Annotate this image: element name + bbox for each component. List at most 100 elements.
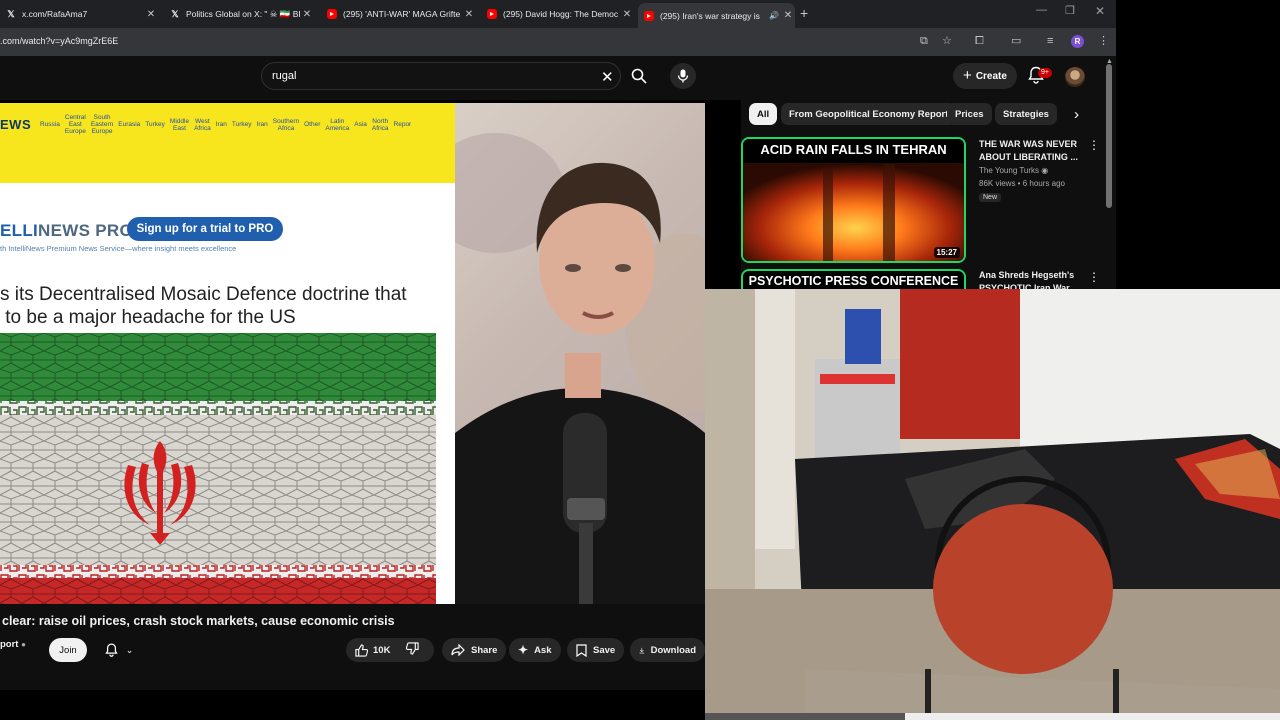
pro-trial-button: Sign up for a trial to PRO [127, 217, 283, 241]
menu-kebab-icon[interactable]: ⋮ [1098, 34, 1109, 48]
like-button[interactable]: 10K [355, 643, 391, 657]
close-tab-icon[interactable]: ✕ [300, 9, 314, 20]
download-button[interactable]: Download [630, 638, 705, 662]
speaker-icon[interactable]: 🔊 [769, 11, 781, 20]
ask-label: Ask [534, 644, 552, 656]
tab-title: (295) Iran's war strategy is [660, 10, 760, 21]
channel-name[interactable]: port ● [0, 639, 26, 650]
youtube-icon [487, 9, 497, 19]
plus-icon: + [963, 67, 972, 84]
presenter-video-frame [455, 103, 705, 604]
save-button[interactable]: Save [567, 638, 625, 662]
page-scrollbar[interactable] [1106, 64, 1112, 208]
news-site-logo: EWS [0, 117, 32, 132]
recommendation-channel[interactable]: The Young Turks ◉ [979, 164, 1048, 177]
share-icon [451, 644, 465, 656]
channel-text: The Young Turks [979, 166, 1040, 175]
more-options-icon[interactable]: ⋮ [1088, 270, 1100, 284]
chevron-down-icon: ⌄ [125, 644, 134, 655]
create-label: Create [975, 70, 1007, 82]
create-button[interactable]: + Create [953, 63, 1017, 89]
profile-avatar[interactable]: R [1071, 35, 1084, 48]
close-tab-icon[interactable]: ✕ [462, 9, 476, 20]
maximize-icon[interactable]: ❐ [1065, 4, 1075, 17]
region-link: Southern Africa [272, 117, 300, 132]
headline-line: s its Decentralised Mosaic Defence doctr… [0, 284, 407, 305]
ask-button[interactable]: ✦ Ask [509, 638, 561, 662]
recommendation-title[interactable]: THE WAR WAS NEVER ABOUT LIBERATING ... [979, 138, 1091, 163]
region-link: Other [304, 121, 321, 128]
close-tab-icon[interactable]: ✕ [620, 9, 634, 20]
split-view-icon[interactable]: ▭ [1011, 34, 1021, 48]
youtube-masthead: ✕ + Create 9+ [0, 56, 1116, 100]
youtube-icon [644, 10, 654, 21]
install-app-icon[interactable]: ⧉ [920, 34, 928, 48]
bell-icon [105, 643, 118, 657]
video-thumbnail[interactable]: ACID RAIN FALLS IN TEHRAN 15:27 [741, 137, 966, 263]
webcam-overlay-image [705, 289, 1280, 720]
thumbnail-caption: PSYCHOTIC PRESS CONFERENCE [748, 274, 959, 288]
scroll-up-arrow-icon[interactable]: ▲ [1106, 58, 1113, 65]
tab-title: (295) 'ANTI-WAR' MAGA Grifte [343, 9, 461, 19]
join-button[interactable]: Join [49, 638, 87, 662]
address-bar: .com/watch?v=yAc9mgZrE6E ⧉ ☆ ⧠ ▭ ≡ R ⋮ [0, 28, 1116, 56]
close-tab-icon[interactable]: ✕ [144, 9, 158, 20]
search-input[interactable] [272, 70, 572, 82]
region-link: Central East Europe [64, 114, 86, 135]
browser-tab[interactable]: (295) 'ANTI-WAR' MAGA Grifte ✕ [321, 3, 476, 25]
region-link: North Africa [371, 117, 389, 132]
search-icon [631, 68, 647, 84]
more-options-icon[interactable]: ⋮ [1088, 138, 1100, 152]
verified-icon: ◉ [1041, 166, 1049, 175]
bookmark-star-icon[interactable]: ☆ [942, 34, 952, 48]
clear-search-icon[interactable]: ✕ [601, 68, 614, 86]
browser-tab-strip: 𝕏 x.com/RafaAma7 ✕ 𝕏 Politics Global on … [0, 0, 1116, 28]
like-count: 10K [373, 644, 391, 656]
chip-all[interactable]: All [749, 103, 778, 125]
dislike-button[interactable] [406, 642, 420, 658]
region-link: Iran [256, 121, 268, 128]
subscription-bell-button[interactable]: ⌄ [96, 638, 142, 662]
region-link: Eurasia [118, 121, 141, 128]
region-link: Latin America [325, 117, 350, 132]
bookmark-icon [576, 643, 587, 657]
x-logo-icon: 𝕏 [7, 8, 15, 19]
chevron-right-icon[interactable]: › [1074, 106, 1079, 123]
tab-title: (295) David Hogg: The Democ [503, 9, 619, 19]
region-link: Iran [215, 121, 227, 128]
headline-line: to be a major headache for the US [0, 307, 296, 328]
browser-tab-active[interactable]: (295) Iran's war strategy is 🔊 ✕ [638, 3, 795, 28]
verified-icon: ● [21, 640, 26, 649]
chip-channel[interactable]: From Geopolitical Economy Report [781, 103, 957, 125]
url-field[interactable]: .com/watch?v=yAc9mgZrE6E [0, 36, 118, 46]
region-link: Asia [354, 121, 367, 128]
microphone-icon [677, 69, 689, 83]
notification-count-badge: 9+ [1038, 68, 1052, 78]
browser-tab[interactable]: 𝕏 Politics Global on X: " ☠ 🇮🇷 BRE ✕ [164, 3, 314, 25]
close-tab-icon[interactable]: ✕ [781, 10, 795, 21]
article-headline: s its Decentralised Mosaic Defence doctr… [0, 283, 440, 329]
download-label: Download [650, 644, 696, 656]
video-info-section: clear: raise oil prices, crash stock mar… [0, 604, 705, 690]
reading-list-icon[interactable]: ≡ [1047, 34, 1053, 48]
search-button[interactable] [622, 62, 656, 90]
like-dislike-group: 10K [346, 638, 434, 662]
new-tab-button[interactable]: + [800, 6, 808, 20]
download-icon [639, 647, 645, 653]
minimize-icon[interactable]: — [1036, 4, 1047, 16]
account-avatar[interactable] [1065, 67, 1085, 87]
region-link: South Eastern Europe [90, 114, 114, 135]
save-label: Save [593, 644, 616, 656]
extensions-icon[interactable]: ⧠ [975, 34, 984, 48]
share-button[interactable]: Share [442, 638, 507, 662]
search-box: ✕ [261, 62, 621, 90]
browser-tab[interactable]: (295) David Hogg: The Democ ✕ [481, 3, 634, 25]
chip-strategies[interactable]: Strategies [995, 103, 1057, 125]
pro-tagline: th IntelliNews Premium News Service—wher… [0, 244, 237, 253]
chip-prices[interactable]: Prices [947, 103, 992, 125]
voice-search-button[interactable] [670, 63, 696, 89]
region-link: Turkey [145, 121, 165, 128]
close-window-icon[interactable]: ✕ [1095, 4, 1105, 18]
browser-tab[interactable]: 𝕏 x.com/RafaAma7 ✕ [0, 3, 158, 25]
video-player[interactable]: EWS Russia Central East Europe South Eas… [0, 103, 705, 604]
